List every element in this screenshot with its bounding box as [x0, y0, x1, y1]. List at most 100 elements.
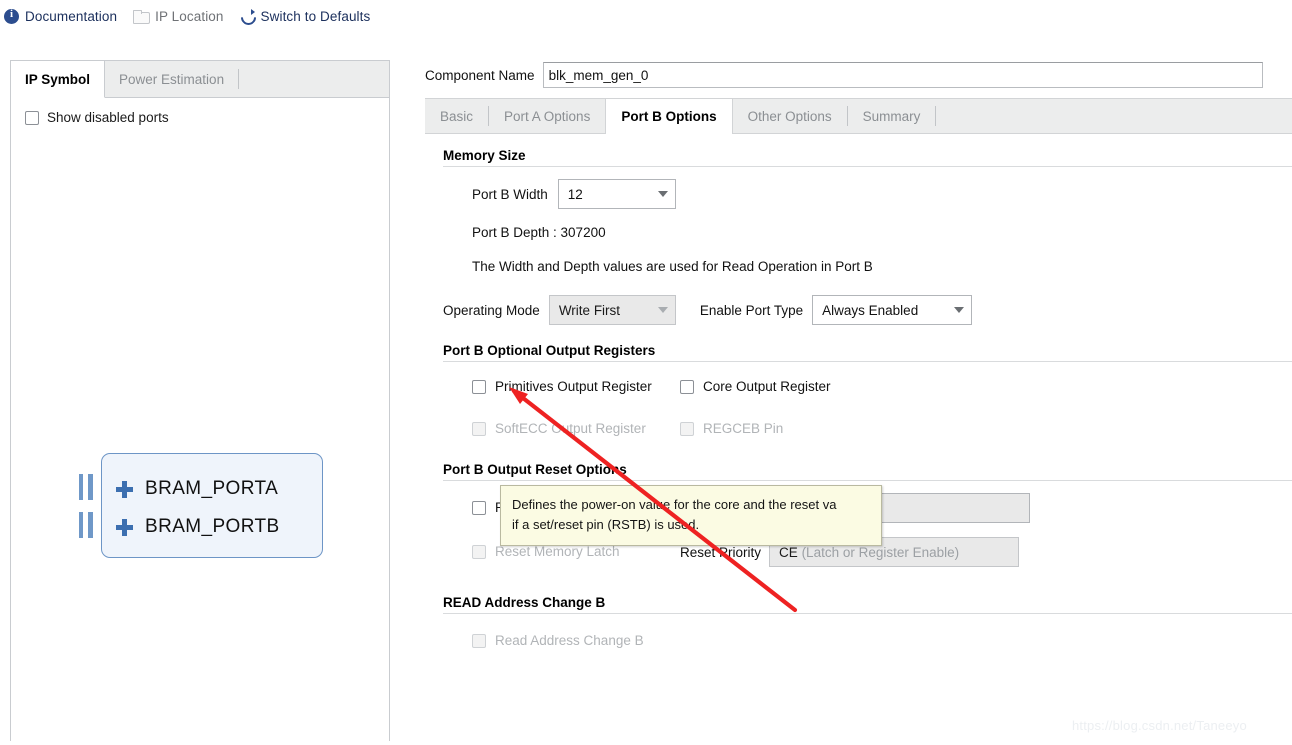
component-name-input[interactable]: [542, 62, 1263, 88]
refresh-icon: [240, 8, 255, 24]
port-b-width-label: Port B Width: [472, 186, 548, 202]
tooltip-line-2: if a set/reset pin (RSTB) is used.: [512, 517, 700, 533]
tab-ip-symbol-label: IP Symbol: [25, 71, 91, 87]
tab-other-options[interactable]: Other Options: [733, 99, 847, 133]
left-panel-tabstrip: IP Symbol Power Estimation: [11, 61, 389, 98]
symbol-port-label: BRAM_PORTA: [145, 478, 279, 499]
port-b-options-content: Memory Size Port B Width 12 Port B Depth…: [425, 134, 1292, 734]
tab-divider: [935, 106, 937, 126]
output-registers-row-2: SoftECC Output Register REGCEB Pin: [472, 416, 1292, 442]
top-toolbar: Documentation IP Location Switch to Defa…: [0, 0, 1292, 32]
tab-divider: [238, 69, 240, 89]
reset-priority-value-detail: (Latch or Register Enable): [801, 544, 960, 560]
reset-memory-latch-checkbox-row: Reset Memory Latch: [472, 545, 680, 559]
section-divider: [443, 613, 1292, 614]
show-disabled-ports-row[interactable]: Show disabled ports: [11, 98, 389, 125]
softecc-output-register-label: SoftECC Output Register: [495, 421, 646, 437]
watermark-text: https://blog.csdn.net/Taneeyo: [1072, 718, 1247, 733]
softecc-output-register-checkbox: [472, 422, 486, 436]
operating-mode-value: Write First: [558, 302, 621, 318]
port-b-depth-row: Port B Depth : 307200: [472, 219, 1292, 245]
primitives-output-register-checkbox[interactable]: [472, 380, 486, 394]
port-b-width-row: Port B Width 12: [472, 179, 1292, 209]
enable-port-type-select[interactable]: Always Enabled: [812, 295, 973, 325]
bus-interface-marker-porta: [79, 474, 93, 500]
configuration-panel: Component Name Basic Port A Options Port…: [425, 60, 1292, 745]
reset-memory-latch-checkbox: [472, 545, 486, 559]
output-registers-row-1: Primitives Output Register Core Output R…: [472, 374, 1292, 400]
optional-output-registers-heading: Port B Optional Output Registers: [443, 343, 656, 358]
reset-memory-latch-label: Reset Memory Latch: [495, 544, 620, 560]
port-b-width-select[interactable]: 12: [557, 179, 676, 209]
tab-summary-label: Summary: [862, 108, 921, 124]
tooltip-popup: Defines the power-on value for the core …: [500, 485, 882, 547]
tab-port-a-options-label: Port A Options: [504, 108, 591, 124]
toolbar-item-documentation[interactable]: Documentation: [4, 5, 117, 27]
tooltip-line-1: Defines the power-on value for the core …: [512, 497, 837, 512]
core-output-register-checkbox[interactable]: [680, 380, 694, 394]
component-name-row: Component Name: [425, 60, 1292, 90]
memory-size-heading: Memory Size: [443, 148, 526, 163]
tab-other-options-label: Other Options: [747, 108, 832, 124]
tab-ip-symbol[interactable]: IP Symbol: [11, 61, 106, 98]
toolbar-item-switch-to-defaults-label: Switch to Defaults: [260, 8, 371, 24]
output-reset-options-heading: Port B Output Reset Options: [443, 462, 627, 477]
read-address-change-label: Read Address Change B: [495, 633, 644, 649]
configuration-tabstrip: Basic Port A Options Port B Options Othe…: [425, 98, 1292, 134]
tab-summary[interactable]: Summary: [848, 99, 936, 133]
port-b-width-value: 12: [567, 186, 583, 202]
expand-plus-icon[interactable]: [116, 518, 133, 536]
toolbar-item-ip-location[interactable]: IP Location: [133, 5, 223, 27]
core-output-register-row[interactable]: Core Output Register: [680, 380, 831, 394]
toolbar-item-ip-location-label: IP Location: [155, 8, 224, 24]
regceb-pin-checkbox: [680, 422, 694, 436]
core-output-register-label: Core Output Register: [703, 379, 831, 395]
expand-plus-icon[interactable]: [116, 480, 133, 498]
tab-power-estimation[interactable]: Power Estimation: [105, 61, 239, 97]
symbol-port-bram-porta[interactable]: BRAM_PORTA: [116, 478, 278, 500]
tab-port-b-options-label: Port B Options: [621, 108, 717, 124]
ip-symbol-block: BRAM_PORTA BRAM_PORTB: [79, 453, 323, 558]
rstb-pin-checkbox[interactable]: [472, 501, 486, 515]
reset-priority-label: Reset Priority: [680, 544, 762, 560]
operating-mode-select[interactable]: Write First: [548, 295, 676, 325]
info-icon: [4, 8, 19, 24]
folder-icon: [133, 9, 151, 24]
symbol-port-bram-portb[interactable]: BRAM_PORTB: [116, 516, 280, 538]
tab-port-b-options[interactable]: Port B Options: [605, 99, 733, 134]
ip-symbol-canvas: Show disabled ports BRAM_PORTA BRAM_PORT…: [11, 98, 389, 741]
chevron-down-icon: [954, 307, 965, 313]
enable-port-type-label: Enable Port Type: [699, 302, 804, 318]
tab-basic-label: Basic: [440, 108, 474, 124]
read-address-change-row: Read Address Change B: [472, 628, 1292, 654]
read-address-change-checkbox-row: Read Address Change B: [472, 634, 644, 648]
section-divider: [443, 361, 1292, 362]
softecc-output-register-row: SoftECC Output Register: [472, 422, 680, 436]
memory-size-note-row: The Width and Depth values are used for …: [472, 253, 1292, 279]
primitives-output-register-label: Primitives Output Register: [495, 379, 652, 395]
read-address-change-checkbox: [472, 634, 486, 648]
show-disabled-ports-checkbox[interactable]: [25, 110, 39, 125]
bus-interface-marker-portb: [79, 512, 93, 538]
show-disabled-ports-label: Show disabled ports: [47, 110, 169, 125]
primitives-output-register-row[interactable]: Primitives Output Register: [472, 380, 680, 394]
tab-port-a-options[interactable]: Port A Options: [489, 99, 605, 133]
toolbar-item-switch-to-defaults[interactable]: Switch to Defaults: [240, 5, 371, 27]
operating-mode-label: Operating Mode: [443, 302, 540, 318]
tab-basic[interactable]: Basic: [425, 99, 488, 133]
reset-priority-value: CE: [779, 544, 798, 560]
application-window: Documentation IP Location Switch to Defa…: [0, 0, 1292, 745]
ip-symbol-panel: IP Symbol Power Estimation Show disabled…: [10, 60, 390, 741]
regceb-pin-row: REGCEB Pin: [680, 422, 783, 436]
operating-mode-row: Operating Mode Write First Enable Port T…: [443, 295, 1292, 325]
regceb-pin-label: REGCEB Pin: [703, 421, 784, 437]
toolbar-item-documentation-label: Documentation: [25, 8, 118, 24]
read-address-change-heading: READ Address Change B: [443, 595, 606, 610]
section-divider: [443, 480, 1292, 481]
enable-port-type-value: Always Enabled: [822, 302, 919, 318]
component-name-label: Component Name: [425, 67, 535, 83]
chevron-down-icon: [657, 307, 668, 313]
port-b-depth-text: Port B Depth : 307200: [472, 224, 606, 240]
memory-size-note: The Width and Depth values are used for …: [472, 258, 873, 274]
symbol-port-label: BRAM_PORTB: [145, 516, 280, 537]
